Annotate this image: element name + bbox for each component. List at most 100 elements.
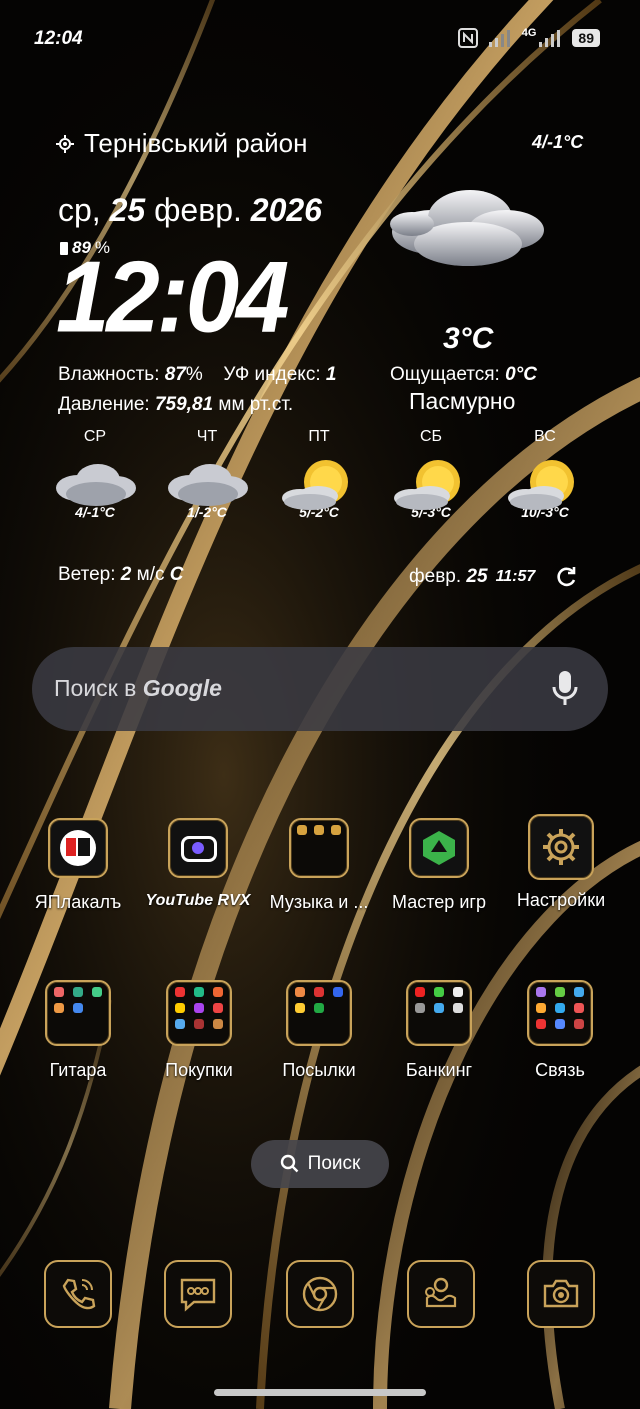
- wind-unit: м/с: [131, 564, 170, 585]
- search-placeholder: Поиск в Google: [54, 675, 222, 702]
- app-label: Покупки: [165, 1060, 233, 1080]
- signal-icon: [488, 30, 510, 47]
- app-label: YouTube RVX: [145, 892, 251, 909]
- pressure-label: Давление:: [58, 394, 155, 415]
- updated-time: 11:57: [495, 568, 536, 585]
- camera-icon: [543, 1279, 579, 1308]
- folder-communication[interactable]: Связь: [500, 980, 620, 1081]
- feels-like-row: Ощущается: 0°C: [390, 364, 537, 386]
- signal-icon-2: [539, 30, 561, 47]
- app-label: ЯПлакалъ: [34, 892, 122, 912]
- dock-browser[interactable]: [286, 1260, 354, 1328]
- dock-messages[interactable]: [164, 1260, 232, 1328]
- date-line: ср, 25 февр. 2026: [58, 192, 322, 229]
- dock-camera[interactable]: [527, 1260, 595, 1328]
- pressure-value: 759,81: [154, 394, 214, 415]
- phone-icon: [62, 1278, 96, 1310]
- forecast-day: СР 4/-1°C: [45, 428, 145, 520]
- folder-guitar[interactable]: Гитара: [18, 980, 138, 1081]
- app-game-master[interactable]: Мастер игр: [379, 818, 499, 913]
- gear-icon: [528, 814, 594, 880]
- location-name: Тернівський район: [84, 128, 308, 158]
- messages-icon: [180, 1278, 216, 1312]
- location-target-icon: [56, 134, 74, 153]
- app-label: Настройки: [516, 890, 606, 910]
- wind-row: Ветер: 2 м/с С: [58, 564, 184, 586]
- app-settings[interactable]: Настройки: [501, 814, 621, 911]
- gesture-navigation-bar[interactable]: [214, 1389, 426, 1396]
- humidity-value: 87: [164, 364, 186, 385]
- folder-music[interactable]: Музыка и ...: [259, 818, 379, 913]
- dock-phone[interactable]: [44, 1260, 112, 1328]
- app-label: Посылки: [282, 1060, 356, 1080]
- uv-value: 1: [325, 364, 337, 385]
- folder-parcels[interactable]: Посылки: [259, 980, 379, 1081]
- app-label: Мастер игр: [392, 892, 486, 912]
- app-label: Гитара: [49, 1060, 107, 1080]
- refresh-icon[interactable]: [553, 564, 579, 590]
- current-temp: 3°C: [443, 322, 494, 355]
- humidity-unit: %: [185, 364, 203, 385]
- folder-banking[interactable]: Банкинг: [379, 980, 499, 1081]
- widget-clock[interactable]: 12:04: [56, 245, 290, 351]
- forecast-day: СБ 5/-3°C: [381, 428, 481, 520]
- humidity-label: Влажность:: [58, 364, 165, 385]
- dock-gallery[interactable]: [407, 1260, 475, 1328]
- uv-label: УФ индекс:: [223, 364, 326, 385]
- feels-label: Ощущается:: [390, 364, 506, 385]
- gallery-icon: [425, 1277, 457, 1308]
- date-month: февр.: [145, 192, 251, 228]
- forecast-day-label: ПТ: [308, 428, 330, 445]
- forecast-day: ВС 10/-3°C: [495, 428, 595, 520]
- location-row: Тернівський район: [56, 128, 307, 159]
- condition-text: Пасмурно: [409, 388, 516, 414]
- folder-shopping[interactable]: Покупки: [139, 980, 259, 1081]
- cloud-icon: [56, 464, 136, 506]
- forecast-day: ЧТ 1/-2°C: [157, 428, 257, 520]
- forecast-day: ПТ 5/-2°C: [269, 428, 369, 520]
- feels-value: 0°C: [505, 364, 537, 385]
- humidity-uv-row: Влажность: 87% УФ индекс: 1: [58, 364, 336, 386]
- network-type-label: 4G: [521, 27, 537, 39]
- folder-icon: [289, 818, 349, 878]
- status-icons: 4G 89: [457, 27, 600, 48]
- wind-value: 2: [120, 564, 132, 585]
- youtube-icon: [168, 818, 228, 878]
- folder-icon: [166, 980, 232, 1046]
- app-label: Банкинг: [405, 1060, 473, 1080]
- cloud-icon: [168, 464, 248, 506]
- folder-icon: [286, 980, 352, 1046]
- browser-icon: [302, 1276, 338, 1312]
- game-cube-icon: [409, 818, 469, 878]
- forecast-day-label: СБ: [419, 428, 443, 445]
- updated-day: 25: [466, 566, 488, 587]
- forecast-day-label: ЧТ: [196, 428, 218, 445]
- yaplakal-icon: [48, 818, 108, 878]
- folder-icon: [45, 980, 111, 1046]
- wind-direction: С: [169, 564, 184, 585]
- sun-cloud-icon: [282, 460, 348, 510]
- app-search-button[interactable]: Поиск: [251, 1140, 389, 1188]
- date-year: 2026: [250, 192, 322, 228]
- sun-cloud-icon: [508, 460, 574, 510]
- search-icon: [280, 1154, 299, 1173]
- forecast-day-label: ВС: [534, 428, 556, 445]
- app-youtube-rvx[interactable]: YouTube RVX: [138, 818, 258, 910]
- wind-label: Ветер:: [58, 564, 121, 585]
- nfc-icon: [457, 28, 478, 48]
- app-label: Музыка и ...: [269, 892, 369, 912]
- search-prefix: Поиск в: [54, 675, 143, 701]
- today-range: 4/-1°C: [532, 132, 584, 152]
- google-search-bar[interactable]: Поиск в Google: [32, 647, 608, 731]
- microphone-icon[interactable]: [550, 669, 580, 709]
- date-prefix: ср,: [58, 192, 110, 228]
- app-yaplakal[interactable]: ЯПлакалъ: [18, 818, 138, 913]
- updated-month: февр.: [409, 566, 467, 587]
- folder-icon: [406, 980, 472, 1046]
- battery-indicator: 89: [572, 29, 600, 47]
- sun-cloud-icon: [394, 460, 460, 510]
- status-bar: 12:04 4G 89: [0, 27, 640, 56]
- app-label: Связь: [535, 1060, 585, 1080]
- overcast-cloud-icon: [390, 190, 544, 266]
- app-search-label: Поиск: [307, 1153, 361, 1174]
